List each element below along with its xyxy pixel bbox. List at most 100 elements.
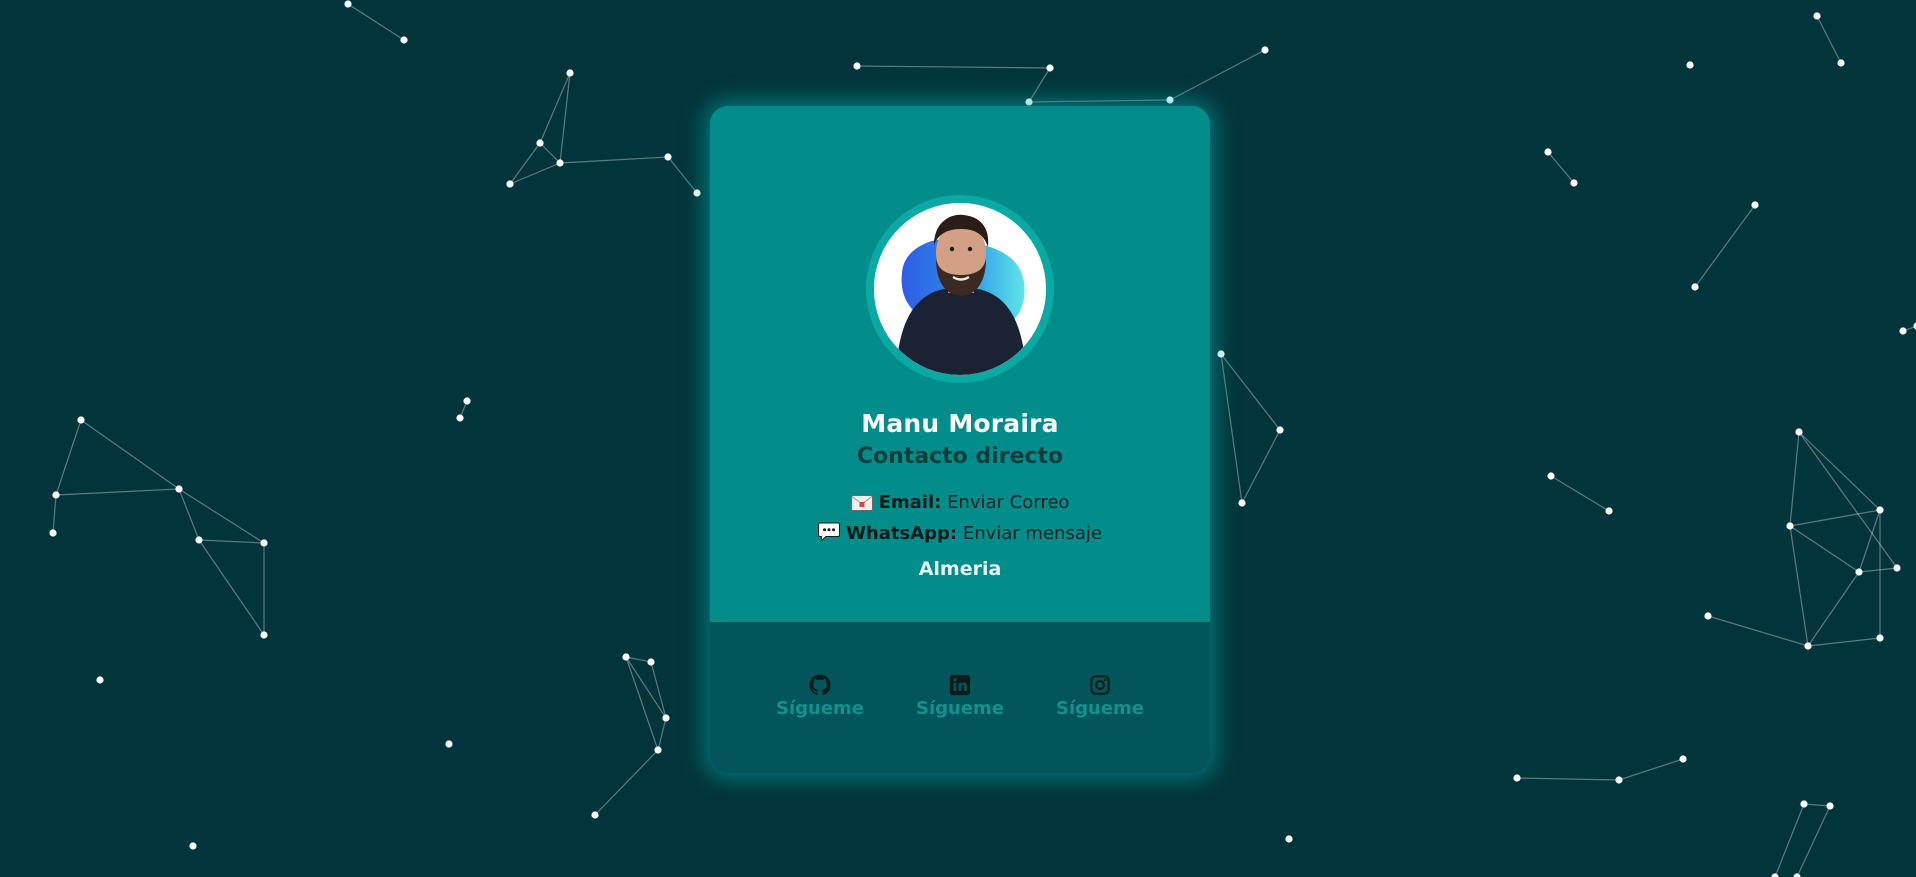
particle-dot [1795, 428, 1803, 436]
particle-link [1796, 805, 1831, 877]
particle-link [1789, 509, 1881, 527]
particle-dot [1217, 350, 1225, 358]
particle-dot [1771, 873, 1779, 877]
particle-dot [1899, 327, 1907, 335]
instagram-follow-label: Sígueme [1055, 698, 1144, 719]
particle-dot [1855, 568, 1863, 576]
particle-dot [77, 416, 85, 424]
particle-dot [622, 653, 630, 661]
whatsapp-contact-row: WhatsApp: Enviar mensaje [710, 522, 1210, 547]
particle-link [1816, 15, 1842, 64]
particle-link [1707, 615, 1809, 647]
particle-link [178, 488, 200, 541]
particle-link [594, 749, 659, 816]
avatar-frame [866, 195, 1054, 383]
profile-location: Almeria [918, 558, 1002, 580]
particle-dot [49, 529, 57, 537]
particle-dot [1800, 800, 1808, 808]
particle-dot [1876, 506, 1884, 514]
speech-bubble-icon [818, 522, 841, 547]
particle-dot [591, 811, 599, 819]
particle-dot [693, 189, 701, 197]
particle-dot [463, 397, 471, 405]
particle-dot [853, 62, 861, 70]
particle-dot [1793, 873, 1801, 877]
particle-link [1789, 431, 1800, 527]
particle-link [55, 419, 82, 496]
particle-link [625, 656, 652, 663]
github-follow-label: Sígueme [775, 698, 864, 719]
particle-dot [1615, 776, 1623, 784]
particle-dot [1570, 179, 1578, 187]
particle-dot [1686, 61, 1694, 69]
avatar [874, 203, 1046, 375]
particle-dot [1544, 148, 1552, 156]
particle-link [80, 419, 180, 490]
particle-link [539, 142, 561, 164]
particle-link [650, 661, 667, 719]
particle-link [55, 488, 180, 496]
particle-dot [506, 180, 514, 188]
particle-dot [1804, 642, 1812, 650]
page-background: Manu Moraira Contacto directo Email: Env… [0, 0, 1916, 877]
particle-dot [1513, 774, 1521, 782]
particle-link [1798, 431, 1881, 511]
instagram-icon [1089, 674, 1111, 696]
particle-dot [664, 153, 672, 161]
particle-link [1547, 151, 1575, 184]
particle-dot [344, 0, 352, 8]
particle-dot [456, 414, 464, 422]
particle-dot [260, 631, 268, 639]
particle-dot [1261, 46, 1269, 54]
particle-dot [1691, 283, 1699, 291]
particle-link [657, 717, 667, 751]
particle-link [52, 494, 57, 534]
particle-dot [52, 491, 60, 499]
particle-link [1807, 637, 1881, 647]
particle-dot [1025, 98, 1033, 106]
particle-link [559, 72, 571, 164]
particle-dot [1238, 499, 1246, 507]
particle-dot [1285, 835, 1293, 843]
particle-dot [566, 69, 574, 77]
particle-link [856, 65, 1051, 69]
particle-dot [189, 842, 197, 850]
particle-link [198, 539, 265, 636]
linkedin-follow-link[interactable]: Sígueme [900, 674, 1020, 719]
particle-dot [556, 159, 564, 167]
whatsapp-link[interactable]: Enviar mensaje [963, 523, 1102, 544]
instagram-follow-link[interactable]: Sígueme [1040, 674, 1160, 719]
email-contact-row: Email: Enviar Correo [710, 492, 1210, 516]
particle-link [1789, 525, 1809, 647]
particle-link [559, 156, 669, 164]
envelope-icon [850, 495, 873, 516]
linkedin-icon [949, 674, 971, 696]
github-follow-link[interactable]: Sígueme [760, 674, 880, 719]
particle-dot [662, 714, 670, 722]
particle-link [539, 72, 571, 144]
particle-link [1241, 429, 1281, 504]
particle-dot [445, 740, 453, 748]
particle-dot [1166, 96, 1174, 104]
particle-dot [400, 36, 408, 44]
particle-dot [647, 658, 655, 666]
github-icon [809, 674, 831, 696]
particle-dot [1893, 564, 1901, 572]
particle-link [1618, 758, 1684, 781]
particle-link [198, 539, 265, 544]
particle-link [1516, 777, 1620, 781]
email-label: Email: [878, 492, 942, 513]
particle-dot [536, 139, 544, 147]
particle-dot [195, 536, 203, 544]
particle-link [1694, 204, 1756, 288]
particle-link [1028, 67, 1051, 103]
particle-dot [1876, 634, 1884, 642]
email-link[interactable]: Enviar Correo [947, 492, 1069, 513]
profile-name: Manu Moraira [861, 409, 1059, 438]
particle-link [1858, 567, 1898, 573]
avatar-photo [874, 203, 1046, 375]
particle-link [625, 656, 667, 719]
particle-link [1550, 475, 1610, 512]
whatsapp-label: WhatsApp: [846, 523, 958, 544]
particle-dot [1276, 426, 1284, 434]
